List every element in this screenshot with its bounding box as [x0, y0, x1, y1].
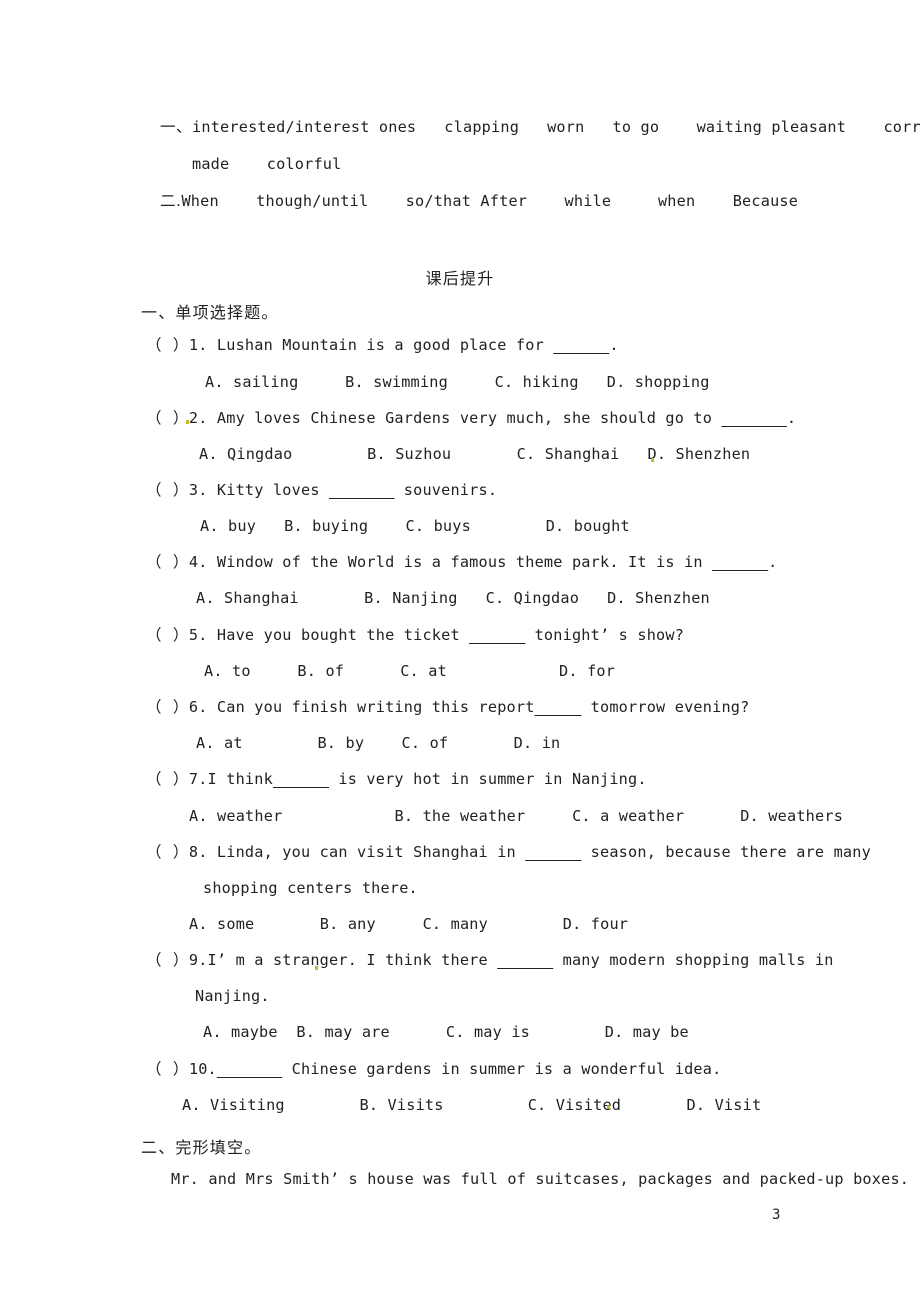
answer-key-section-one-line1: 一、interested/interest ones clapping worn…	[160, 118, 920, 136]
answer-key-section-two-text: When though/until so/that After while wh…	[181, 192, 799, 210]
question-5-answer-bracket[interactable]: （ ）	[146, 626, 189, 644]
part-two-passage-line: Mr. and Mrs Smith’ s house was full of s…	[171, 1170, 910, 1188]
answer-key-section-two-label: 二.	[160, 192, 182, 210]
question-9-stem: （ ）9.I’ m a stranger. I think there ____…	[146, 951, 834, 969]
part-two-label: 二、完形填空。	[141, 1138, 262, 1157]
question-5-number: 5.	[188, 626, 208, 644]
question-6-options[interactable]: A. at B. by C. of D. in	[196, 735, 560, 751]
question-7-stem: （ ）7.I think______ is very hot in summer…	[146, 770, 647, 788]
question-2-answer-bracket[interactable]: （ ）	[146, 409, 189, 427]
question-4-stem: （ ）4. Window of the World is a famous th…	[146, 553, 778, 571]
question-9-answer-bracket[interactable]: （ ）	[146, 951, 189, 969]
question-9-continuation: Nanjing.	[195, 987, 270, 1005]
question-9-number: 9.	[188, 951, 208, 969]
question-9-stem-before: I’ m a stranger. I think there	[207, 951, 498, 969]
part-one-label: 一、单项选择题。	[141, 303, 279, 322]
question-8-options[interactable]: A. some B. any C. many D. four	[189, 916, 628, 932]
question-9-blank: ______	[497, 951, 554, 969]
question-2-stem-after: .	[786, 409, 797, 427]
question-8-blank: ______	[525, 843, 582, 861]
question-10-number: 10.	[188, 1060, 217, 1078]
question-3-blank: _______	[329, 481, 395, 499]
question-7-options[interactable]: A. weather B. the weather C. a weather D…	[189, 808, 843, 824]
question-1-stem: （ ）1. Lushan Mountain is a good place fo…	[146, 336, 619, 354]
question-5-stem-after: tonight’ s show?	[525, 626, 685, 644]
question-2-blank: _______	[721, 409, 787, 427]
question-4-number: 4.	[188, 553, 208, 571]
question-6-stem: （ ）6. Can you finish writing this report…	[146, 698, 750, 716]
question-1-stem-before: Lushan Mountain is a good place for	[207, 336, 554, 354]
question-6-blank: _____	[534, 698, 582, 716]
answer-key-section-one-text: interested/interest ones clapping worn t…	[192, 118, 920, 136]
question-2-stem: （ ）2. Amy loves Chinese Gardens very muc…	[146, 409, 797, 427]
question-2-stem-before: Amy loves Chinese Gardens very much, she…	[207, 409, 722, 427]
question-1-blank: ______	[553, 336, 610, 354]
scan-speck-stranger	[315, 966, 318, 970]
question-6-number: 6.	[188, 698, 208, 716]
question-3-stem: （ ）3. Kitty loves _______ souvenirs.	[146, 481, 498, 499]
question-3-stem-before: Kitty loves	[207, 481, 330, 499]
question-10-options[interactable]: A. Visiting B. Visits C. Visited D. Visi…	[182, 1097, 761, 1113]
question-4-answer-bracket[interactable]: （ ）	[146, 553, 189, 571]
question-6-stem-before: Can you finish writing this report	[207, 698, 535, 716]
question-7-blank: ______	[272, 770, 330, 788]
question-2-number: 2.	[188, 409, 208, 427]
section-heading: 课后提升	[425, 269, 495, 288]
question-4-options[interactable]: A. Shanghai B. Nanjing C. Qingdao D. She…	[196, 590, 710, 606]
page-number: 3	[772, 1207, 781, 1223]
question-6-stem-after: tomorrow evening?	[581, 698, 750, 716]
question-4-stem-after: .	[768, 553, 778, 571]
question-9-options[interactable]: A. maybe B. may are C. may is D. may be	[203, 1024, 689, 1040]
question-10-stem: （ ）10._______ Chinese gardens in summer …	[146, 1060, 722, 1078]
question-5-blank: ______	[469, 626, 526, 644]
question-1-options[interactable]: A. sailing B. swimming C. hiking D. shop…	[205, 374, 710, 390]
question-1-number: 1.	[188, 336, 208, 354]
question-6-answer-bracket[interactable]: （ ）	[146, 698, 189, 716]
question-4-blank: ______	[712, 553, 769, 571]
question-5-options[interactable]: A. to B. of C. at D. for	[204, 663, 615, 679]
scan-speck-q10-options	[607, 1105, 610, 1109]
question-7-number: 7.	[188, 770, 208, 788]
question-2-options[interactable]: A. Qingdao B. Suzhou C. Shanghai D. Shen…	[199, 446, 750, 462]
scan-speck-q2	[186, 420, 189, 424]
question-7-stem-after: is very hot in summer in Nanjing.	[329, 770, 647, 788]
question-8-answer-bracket[interactable]: （ ）	[146, 843, 189, 861]
question-1-stem-after: .	[609, 336, 619, 354]
question-5-stem-before: Have you bought the ticket	[207, 626, 470, 644]
question-8-continuation: shopping centers there.	[203, 879, 418, 897]
document-page: 一、interested/interest ones clapping worn…	[0, 0, 920, 1302]
question-9-stem-after: many modern shopping malls in	[553, 951, 834, 969]
question-3-number: 3.	[188, 481, 208, 499]
question-5-stem: （ ）5. Have you bought the ticket ______ …	[146, 626, 685, 644]
question-8-stem-after: season, because there are many	[581, 843, 871, 861]
question-8-stem: （ ）8. Linda, you can visit Shanghai in _…	[146, 843, 871, 861]
question-10-stem-after: Chinese gardens in summer is a wonderful…	[282, 1060, 722, 1078]
question-10-blank: _______	[216, 1060, 283, 1078]
answer-key-section-one-label: 一、	[160, 118, 193, 136]
answer-key-section-one-line2: made colorful	[192, 155, 342, 173]
question-7-stem-before: I think	[207, 770, 273, 788]
question-8-stem-before: Linda, you can visit Shanghai in	[207, 843, 526, 861]
question-3-options[interactable]: A. buy B. buying C. buys D. bought	[200, 518, 630, 534]
question-10-answer-bracket[interactable]: （ ）	[146, 1060, 189, 1078]
question-4-stem-before: Window of the World is a famous theme pa…	[207, 553, 713, 571]
question-3-stem-after: souvenirs.	[394, 481, 498, 499]
question-7-answer-bracket[interactable]: （ ）	[146, 770, 189, 788]
question-3-answer-bracket[interactable]: （ ）	[146, 481, 189, 499]
answer-key-section-two-line: 二.When though/until so/that After while …	[160, 192, 799, 210]
question-1-answer-bracket[interactable]: （ ）	[146, 336, 189, 354]
scan-speck-shenzhen	[651, 458, 654, 462]
question-8-number: 8.	[188, 843, 208, 861]
